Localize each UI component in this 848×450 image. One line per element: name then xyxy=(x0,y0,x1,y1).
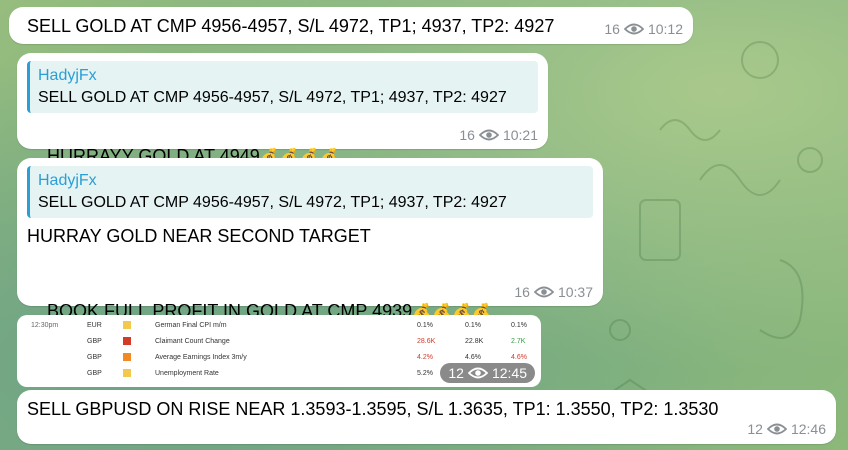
reply-author: HadyjFx xyxy=(38,172,97,189)
calendar-forecast: 4.6% xyxy=(465,353,481,361)
calendar-actual: 0.1% xyxy=(417,321,433,329)
message-bubble-3[interactable]: HadyjFx SELL GOLD AT CMP 4956-4957, S/L … xyxy=(17,158,603,321)
calendar-previous: 4.6% xyxy=(511,353,527,361)
views-eye-icon xyxy=(766,423,787,435)
photo-meta: 12 12:45 xyxy=(440,363,535,383)
calendar-forecast: 22.8K xyxy=(465,337,484,345)
message-bubble-1[interactable]: SELL GOLD AT CMP 4956-4957, S/L 4972, TP… xyxy=(9,7,693,44)
calendar-currency: GBP xyxy=(87,337,102,345)
calendar-actual: 5.2% xyxy=(417,369,433,377)
calendar-event: German Final CPI m/m xyxy=(155,321,227,329)
impact-icon xyxy=(123,321,131,329)
calendar-row: GBP Claimant Count Change 28.6K 22.8K 2.… xyxy=(17,333,541,349)
view-count: 12 xyxy=(448,365,464,381)
reply-quote[interactable]: HadyjFx SELL GOLD AT CMP 4956-4957, S/L … xyxy=(27,166,593,218)
message-time: 12:46 xyxy=(790,421,826,437)
views-eye-icon xyxy=(478,129,499,141)
reply-author: HadyjFx xyxy=(38,67,97,84)
message-time: 12:45 xyxy=(491,365,527,381)
calendar-row: 12:30pm EUR German Final CPI m/m 0.1% 0.… xyxy=(17,317,541,333)
views-eye-icon xyxy=(533,286,554,298)
message-text: SELL GBPUSD ON RISE NEAR 1.3593-1.3595, … xyxy=(27,399,719,419)
calendar-actual: 28.6K xyxy=(417,337,436,345)
reply-text: SELL GOLD AT CMP 4956-4957, S/L 4972, TP… xyxy=(38,89,507,106)
calendar-event: Average Earnings Index 3m/y xyxy=(155,353,247,361)
calendar-previous: 2.7K xyxy=(511,337,526,345)
views-eye-icon xyxy=(467,367,488,379)
calendar-currency: GBP xyxy=(87,353,102,361)
view-count: 16 xyxy=(604,21,620,37)
message-text-line-1: HURRAY GOLD NEAR SECOND TARGET xyxy=(27,226,371,246)
view-count: 16 xyxy=(514,284,530,300)
message-meta: 16 10:21 xyxy=(459,127,538,143)
views-eye-icon xyxy=(623,23,644,35)
message-time: 10:12 xyxy=(647,21,683,37)
calendar-forecast: 0.1% xyxy=(465,321,481,329)
calendar-currency: EUR xyxy=(87,321,102,329)
calendar-event: Claimant Count Change xyxy=(155,337,230,345)
calendar-event: Unemployment Rate xyxy=(155,369,219,377)
calendar-previous: 0.1% xyxy=(511,321,527,329)
impact-icon xyxy=(123,369,131,377)
view-count: 12 xyxy=(747,421,763,437)
reply-quote[interactable]: HadyjFx SELL GOLD AT CMP 4956-4957, S/L … xyxy=(27,61,538,113)
message-time: 10:37 xyxy=(557,284,593,300)
message-time: 10:21 xyxy=(502,127,538,143)
reply-text: SELL GOLD AT CMP 4956-4957, S/L 4972, TP… xyxy=(38,194,507,211)
message-meta: 16 10:37 xyxy=(514,284,593,300)
message-meta: 12 12:46 xyxy=(747,421,826,437)
impact-icon xyxy=(123,353,131,361)
calendar-time: 12:30pm xyxy=(31,321,59,329)
message-bubble-2[interactable]: HadyjFx SELL GOLD AT CMP 4956-4957, S/L … xyxy=(17,53,548,166)
calendar-actual: 4.2% xyxy=(417,353,433,361)
photo-message[interactable]: 12:30pm EUR German Final CPI m/m 0.1% 0.… xyxy=(17,315,541,387)
message-meta: 16 10:12 xyxy=(604,21,683,37)
impact-icon xyxy=(123,337,131,345)
view-count: 16 xyxy=(459,127,475,143)
message-bubble-5[interactable]: SELL GBPUSD ON RISE NEAR 1.3593-1.3595, … xyxy=(17,390,836,444)
message-text: SELL GOLD AT CMP 4956-4957, S/L 4972, TP… xyxy=(27,16,555,36)
calendar-currency: GBP xyxy=(87,369,102,377)
